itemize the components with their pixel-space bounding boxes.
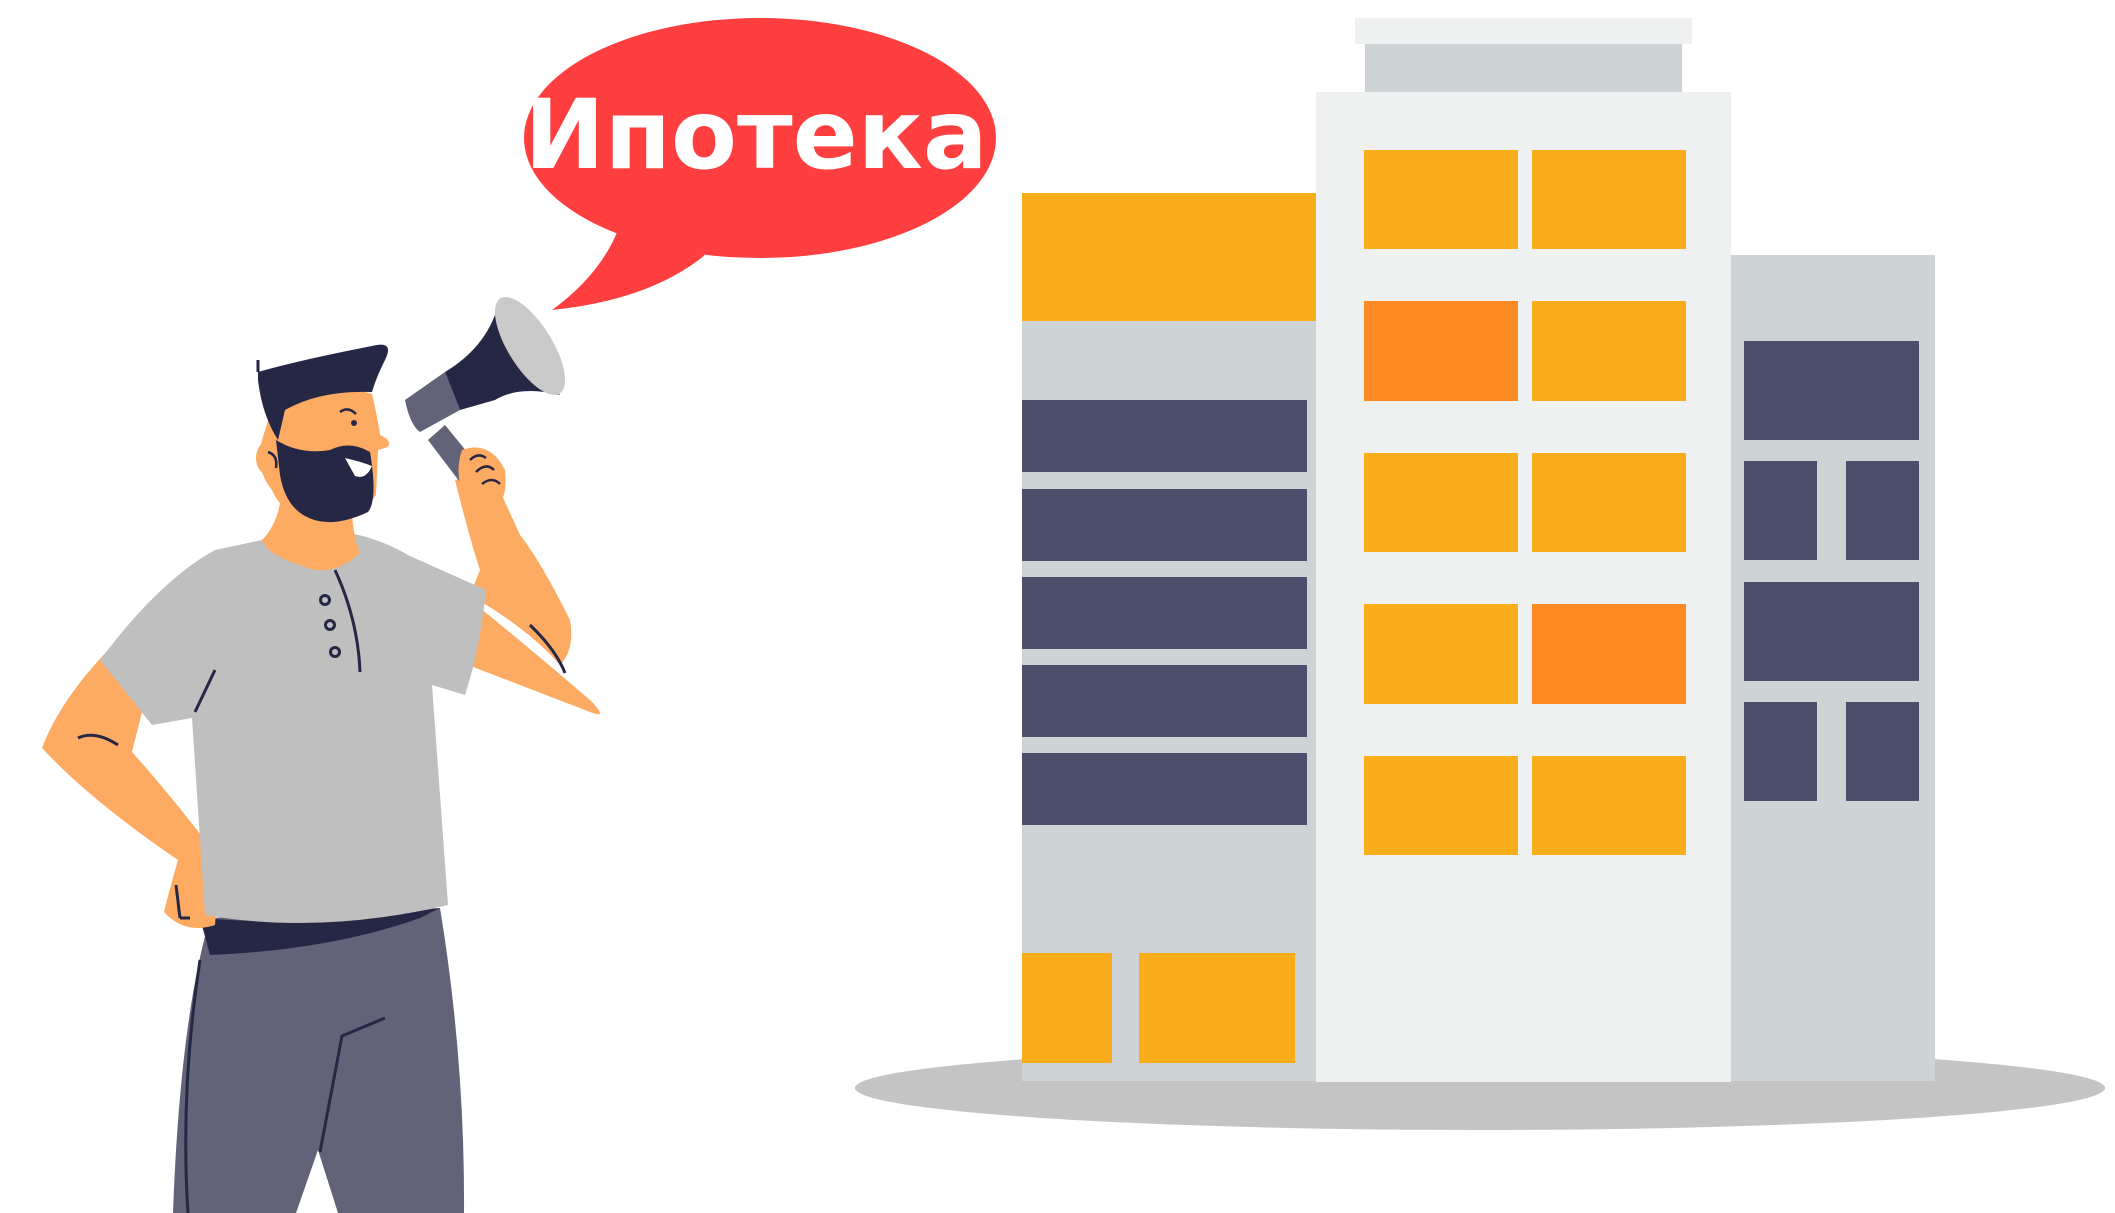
window	[1846, 461, 1919, 560]
shop-window	[1022, 953, 1112, 1063]
window	[1364, 756, 1518, 855]
building-central-tower	[1316, 18, 1731, 1082]
window	[1744, 461, 1817, 560]
window-strip	[1022, 400, 1307, 472]
window	[1532, 453, 1686, 552]
window	[1364, 150, 1518, 249]
person	[42, 297, 600, 1213]
left-wing-roof-band	[1022, 193, 1318, 321]
apartment-building	[1022, 18, 1935, 1082]
shirt	[100, 530, 486, 923]
speech-bubble-text: Ипотека	[524, 79, 987, 191]
window-strip	[1022, 665, 1307, 737]
speech-bubble: Ипотека	[524, 18, 996, 310]
building-left-wing	[1022, 193, 1318, 1081]
window-strip	[1022, 577, 1307, 649]
window-strip	[1022, 753, 1307, 825]
window	[1532, 301, 1686, 401]
building-right-wing	[1725, 255, 1935, 1081]
window	[1532, 604, 1686, 704]
window	[1744, 582, 1919, 681]
roof-structure	[1365, 44, 1682, 94]
window	[1744, 702, 1817, 801]
window-strip	[1022, 489, 1307, 561]
roof-cap	[1355, 18, 1692, 44]
window	[1532, 756, 1686, 855]
eye	[351, 420, 357, 426]
shop-window	[1139, 953, 1295, 1063]
window	[1744, 341, 1919, 440]
window	[1364, 604, 1518, 704]
window	[1364, 453, 1518, 552]
illustration-scene: Ипотека	[42, 18, 2105, 1213]
window	[1846, 702, 1919, 801]
window	[1364, 301, 1518, 401]
window	[1532, 150, 1686, 249]
